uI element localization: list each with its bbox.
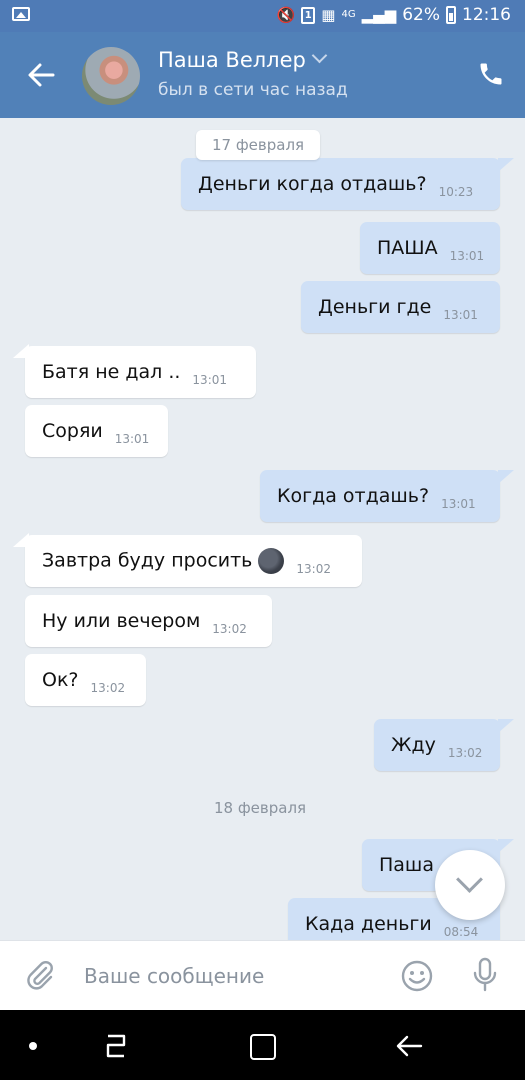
chevron-down-icon [456,866,483,893]
message-text: Жду [391,734,436,756]
message-text: Ну или вечером [42,610,201,632]
message-time: 13:02 [447,746,483,760]
recent-apps-icon[interactable] [100,1032,132,1060]
message-text: Паша [379,854,434,876]
message-bubble[interactable]: Когда отдашь? 13:01 [260,470,514,522]
status-icons: 🔇 1 ▦ 4G ▂▄▆ 62% 12:16 [277,5,511,25]
battery-percent: 62% [402,5,440,25]
message-time: 13:01 [192,373,228,387]
clock: 12:16 [462,5,511,25]
message-time: 13:01 [114,432,150,446]
message-text: Деньги где [318,296,432,318]
status-bar: 🔇 1 ▦ 4G ▂▄▆ 62% 12:16 [0,0,525,32]
signal-bars-icon: ▂▄▆ [361,6,397,24]
home-icon[interactable] [250,1034,276,1060]
message-bubble[interactable]: Жду 13:02 [374,719,514,771]
message-text: Когда отдашь? [277,485,430,507]
signal-icon: ▦ [321,6,336,24]
message-text: Ок? [42,669,79,691]
message-bubble[interactable]: Соряи 13:01 [25,405,168,457]
gallery-notification-icon [12,7,30,21]
contact-status: был в сети час назад [158,80,348,100]
date-separator: 17 февраля [196,130,321,160]
scroll-to-bottom-button[interactable] [435,850,505,920]
message-text: Деньги когда отдашь? [198,173,427,195]
message-time: 13:02 [90,681,126,695]
message-time: 13:02 [212,622,247,636]
contact-name: Паша Веллер [158,48,306,72]
message-text: Батя не дал .. [42,361,181,383]
message-bubble[interactable]: Деньги когда отдашь? 10:23 [181,158,514,210]
mute-icon: 🔇 [276,6,296,24]
avatar[interactable] [82,47,140,105]
system-navigation-bar [0,1010,525,1080]
date-separator: 18 февраля [214,799,307,817]
message-bubble[interactable]: Батя не дал .. 13:01 [13,344,256,398]
message-list[interactable]: Деньги когда отдашь? 10:23 17 февраля ПА… [0,118,525,940]
message-bubble[interactable]: Завтра буду просить 13:02 [13,533,362,587]
message-time: 13:01 [441,497,476,511]
microphone-icon[interactable] [470,957,500,993]
message-bubble[interactable]: Ну или вечером 13:02 [25,595,272,647]
message-input[interactable] [82,955,376,997]
message-text: Када деньги [305,913,432,935]
message-bubble[interactable]: Ок? 13:02 [25,654,146,706]
message-time: 10:23 [438,185,474,199]
back-arrow-icon[interactable] [26,60,56,90]
phone-icon[interactable] [477,60,505,88]
message-text-content: Завтра буду просить [42,549,253,572]
battery-icon [446,6,456,24]
message-time: 08:54 [443,925,479,939]
dot-icon[interactable] [29,1042,37,1050]
paperclip-icon[interactable] [24,959,56,991]
new-moon-face-emoji-icon [258,548,285,574]
network-type-icon: 4G [341,9,356,20]
smiley-icon[interactable] [400,959,434,993]
sim-icon: 1 [301,6,316,24]
message-text: Завтра буду просить [42,548,285,574]
contact-name-row[interactable]: Паша Веллер [158,47,328,72]
message-bubble[interactable]: ПАША 13:01 [360,222,500,274]
message-time: 13:01 [449,249,485,263]
chat-header: Паша Веллер был в сети час назад [0,32,525,118]
back-nav-icon[interactable] [393,1032,425,1060]
message-text: ПАША [377,237,438,259]
message-composer [0,940,525,1010]
message-time: 13:01 [443,308,478,322]
message-bubble[interactable]: Деньги где 13:01 [301,281,500,333]
message-time: 13:02 [296,562,331,576]
message-text: Соряи [42,420,103,442]
chevron-down-icon [311,47,328,64]
